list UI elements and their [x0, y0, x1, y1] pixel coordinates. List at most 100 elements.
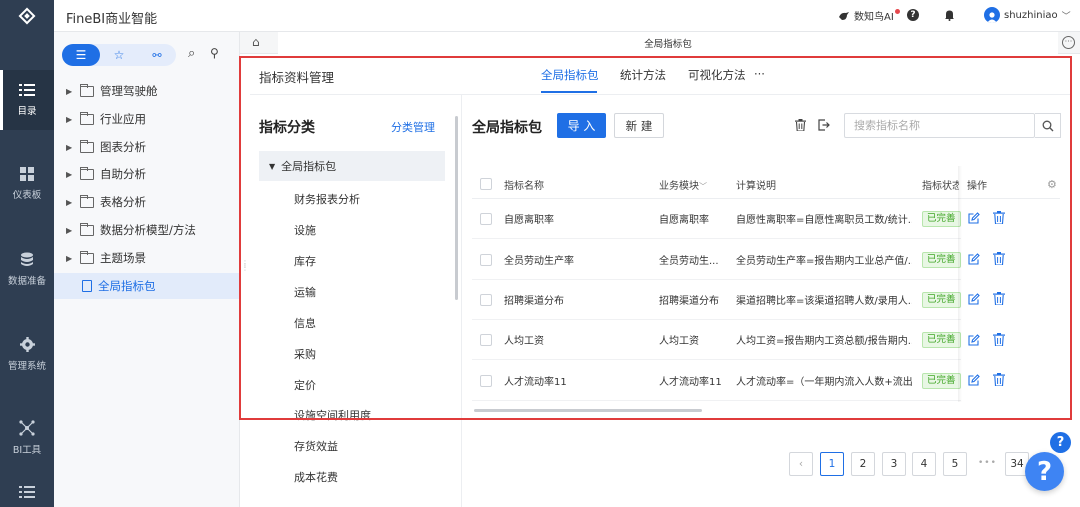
table-horizontal-scrollbar[interactable]: [474, 409, 702, 412]
tree-item[interactable]: ▶ 行业应用: [54, 106, 240, 132]
delete-icon[interactable]: [993, 333, 1005, 349]
pagination-ellipsis[interactable]: •••: [978, 458, 997, 468]
import-button[interactable]: 导 入: [557, 113, 606, 138]
edit-icon[interactable]: [968, 293, 980, 308]
category-item[interactable]: 定价: [294, 377, 316, 393]
category-item-selected[interactable]: ▼ 全局指标包: [259, 151, 445, 181]
edit-icon[interactable]: [968, 253, 980, 268]
delete-icon[interactable]: [993, 252, 1005, 268]
status-badge: 已完善: [922, 252, 961, 268]
drag-handle[interactable]: ⋮ ⋮: [241, 260, 249, 272]
more-icon[interactable]: ···: [1062, 36, 1075, 49]
page-button[interactable]: 3: [882, 452, 906, 476]
row-checkbox[interactable]: [480, 334, 492, 346]
delete-icon[interactable]: [993, 373, 1005, 389]
home-icon[interactable]: ⌂: [252, 35, 260, 49]
nav-item-admin[interactable]: 管理系统: [0, 324, 54, 384]
folder-icon: [80, 250, 94, 264]
view-switcher: ☰ ☆ ⚯: [62, 44, 176, 66]
new-button[interactable]: 新 建: [614, 113, 664, 138]
caret-right-icon: ▶: [66, 86, 73, 96]
page-button[interactable]: 4: [912, 452, 936, 476]
tree-item[interactable]: ▶ 管理驾驶舱: [54, 78, 240, 104]
ai-assistant[interactable]: 数知鸟AI: [838, 8, 900, 23]
search-button[interactable]: [1035, 113, 1061, 138]
tab-statistical-methods[interactable]: 统计方法: [620, 67, 666, 83]
nav-label: 仪表板: [12, 190, 42, 201]
favorites-button[interactable]: ☆: [100, 44, 138, 66]
tree-item[interactable]: ▶ 图表分析: [54, 134, 240, 160]
tree-item[interactable]: ▶ 数据分析模型/方法: [54, 217, 240, 243]
chevron-down-icon: ﹀: [699, 182, 707, 191]
edit-icon[interactable]: [968, 334, 980, 349]
nav-item-bi-tools[interactable]: BI工具: [0, 408, 54, 468]
row-checkbox[interactable]: [480, 213, 492, 225]
edit-icon[interactable]: [968, 212, 980, 227]
app-logo[interactable]: [0, 0, 54, 32]
row-checkbox[interactable]: [480, 254, 492, 266]
help-button[interactable]: ?: [907, 9, 919, 21]
share-button[interactable]: ⚯: [138, 44, 176, 66]
search-icon[interactable]: ⌕: [188, 46, 195, 61]
help-bubble-icon[interactable]: ?: [1050, 432, 1071, 453]
category-item[interactable]: 采购: [294, 346, 316, 362]
page-button[interactable]: 1: [820, 452, 844, 476]
page-button[interactable]: 5: [943, 452, 967, 476]
prev-page-button[interactable]: ‹: [789, 452, 813, 476]
export-icon[interactable]: [818, 119, 830, 134]
column-header-status[interactable]: 指标状态: [922, 177, 959, 192]
tree-item-label: 数据分析模型/方法: [100, 223, 196, 237]
notification-button[interactable]: [944, 9, 955, 21]
tree-item-label: 全局指标包: [98, 279, 156, 293]
column-header-name[interactable]: 指标名称: [504, 177, 544, 192]
tree-item[interactable]: ▶ 表格分析: [54, 189, 240, 215]
row-checkbox[interactable]: [480, 375, 492, 387]
caret-right-icon: ▶: [66, 142, 73, 152]
delete-icon[interactable]: [795, 119, 806, 134]
column-header-calc[interactable]: 计算说明: [736, 177, 776, 192]
row-checkbox[interactable]: [480, 294, 492, 306]
search-input[interactable]: 搜索指标名称: [844, 113, 1035, 138]
category-item[interactable]: 成本花费: [294, 469, 338, 485]
category-item[interactable]: 信息: [294, 315, 316, 331]
delete-icon[interactable]: [993, 211, 1005, 227]
open-tab[interactable]: 全局指标包: [278, 32, 1058, 54]
nav-label: 目录: [17, 106, 37, 117]
database-icon: [21, 252, 33, 266]
cell-name: 人均工资: [504, 336, 544, 347]
cell-module: 人均工资: [659, 336, 699, 347]
delete-icon[interactable]: [993, 292, 1005, 308]
pin-icon[interactable]: ⚲: [210, 46, 219, 60]
cell-name: 人才流动率11: [504, 377, 567, 388]
page-button[interactable]: 2: [851, 452, 875, 476]
edit-icon[interactable]: [968, 374, 980, 389]
category-item[interactable]: 设施空间利用度: [294, 407, 371, 423]
tree-item-selected[interactable]: 全局指标包: [54, 273, 240, 299]
column-header-module[interactable]: 业务模块﹀: [659, 177, 707, 192]
tree-item[interactable]: ▶ 自助分析: [54, 161, 240, 187]
cell-calc: 人才流动率=（一年期内流入人数+流出...: [736, 377, 912, 388]
category-item[interactable]: 设施: [294, 222, 316, 238]
tree-item[interactable]: ▶ 主题场景: [54, 245, 240, 271]
category-scrollbar[interactable]: [455, 116, 458, 300]
help-float-button[interactable]: ?: [1025, 452, 1064, 491]
nav-item-data-prep[interactable]: 数据准备: [0, 239, 54, 299]
nav-item-catalog[interactable]: 目录: [0, 70, 54, 130]
tab-visualization-methods[interactable]: 可视化方法: [688, 67, 746, 83]
category-item[interactable]: 财务报表分析: [294, 191, 360, 207]
tab-global-metrics[interactable]: 全局指标包: [541, 67, 599, 83]
category-item[interactable]: 运输: [294, 284, 316, 300]
user-menu[interactable]: shuzhiniao ﹀: [984, 7, 1071, 23]
column-settings-icon[interactable]: ⚙: [1047, 178, 1057, 191]
list-view-button[interactable]: ☰: [62, 44, 100, 66]
category-item[interactable]: 存货效益: [294, 438, 338, 454]
select-all-checkbox[interactable]: [480, 178, 492, 190]
caret-right-icon: ▶: [66, 114, 73, 124]
category-manage-link[interactable]: 分类管理: [391, 119, 435, 135]
page-title: 指标资料管理: [259, 70, 335, 85]
open-tab-label: 全局指标包: [644, 39, 692, 50]
category-item[interactable]: 库存: [294, 253, 316, 269]
nav-item-dashboard[interactable]: 仪表板: [0, 154, 54, 214]
tab-more[interactable]: ···: [754, 67, 765, 81]
nav-item-more[interactable]: [0, 478, 54, 507]
